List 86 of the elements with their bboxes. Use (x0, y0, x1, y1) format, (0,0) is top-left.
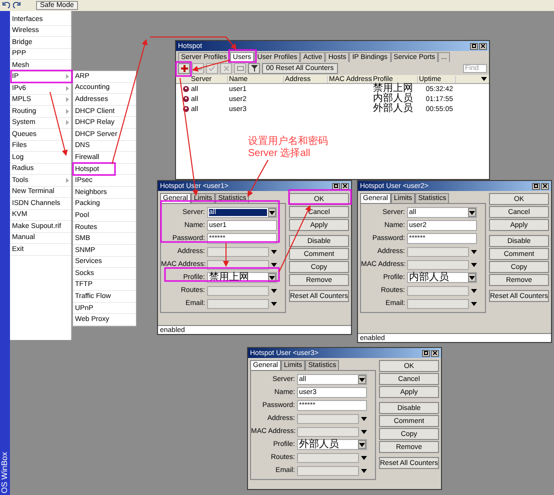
submenu-arrow-icon (66, 178, 69, 183)
dropdown-arrow-icon (271, 302, 277, 306)
input-field[interactable] (297, 426, 359, 436)
dropdown-arrow-icon (471, 288, 477, 292)
input-field[interactable] (297, 466, 359, 476)
annotation-text: Server 选择all (248, 148, 312, 160)
arrow (50, 92, 68, 156)
dropdown-arrow-icon (269, 210, 275, 214)
input-field[interactable] (297, 414, 359, 424)
redo-icon[interactable] (13, 2, 21, 9)
plus-icon (180, 65, 188, 72)
highlight-frame (288, 189, 352, 205)
dropdown-arrow-icon (271, 288, 277, 292)
dropdown-button[interactable] (268, 208, 276, 217)
close-button[interactable] (431, 350, 439, 356)
select-field[interactable]: 外部人员 (297, 439, 367, 450)
close-icon (343, 184, 347, 188)
close-button[interactable] (541, 182, 549, 190)
dropdown-button[interactable] (468, 208, 476, 217)
submenu-arrow-icon (66, 86, 69, 91)
highlight-frame (10, 70, 73, 84)
close-icon (433, 351, 437, 355)
close-icon (543, 184, 547, 188)
dropdown-arrow-icon (471, 302, 477, 306)
table-cell-text: 禁用上网 (372, 84, 414, 94)
highlight-frame (72, 162, 116, 176)
dropdown-arrow-icon (359, 378, 365, 382)
enable-button[interactable] (206, 63, 218, 74)
maximize-button[interactable] (422, 350, 430, 356)
maximize-icon (334, 184, 338, 188)
arrow (223, 242, 229, 267)
undo-icon[interactable] (2, 2, 10, 9)
input-field[interactable] (407, 246, 469, 256)
close-icon (481, 44, 485, 48)
dropdown-arrow-icon (481, 77, 487, 81)
maximize-icon (534, 184, 538, 188)
field-value: 内部人员 (409, 272, 449, 282)
side-label: OS WinBox (1, 452, 9, 493)
check-icon (209, 66, 215, 71)
field-value: 外部人员 (299, 440, 339, 450)
cross-icon (224, 66, 228, 71)
dropdown-arrow-icon (361, 430, 367, 434)
add-button[interactable] (178, 63, 190, 74)
dropdown-arrow-icon (271, 250, 277, 254)
dropdown-button[interactable] (358, 440, 366, 449)
note-icon (236, 66, 244, 71)
input-field[interactable] (207, 246, 269, 256)
table-cell-text: 内部人员 (372, 94, 414, 104)
maximize-button[interactable] (332, 182, 340, 190)
maximize-button[interactable] (470, 42, 478, 50)
input-field[interactable] (407, 298, 469, 308)
dropdown-arrow-icon (271, 262, 277, 266)
dropdown-arrow-icon (361, 456, 367, 460)
dropdown-arrow-icon (469, 210, 475, 214)
close-button[interactable] (341, 182, 349, 190)
maximize-icon (472, 44, 476, 48)
arrow (248, 160, 268, 197)
close-button[interactable] (479, 42, 487, 50)
submenu-arrow-icon (66, 120, 69, 126)
dropdown-arrow-icon (269, 276, 275, 280)
arrow (192, 60, 230, 72)
input-field[interactable] (407, 286, 469, 296)
dropdown-arrow-icon (359, 442, 365, 446)
input-field[interactable] (207, 286, 269, 296)
dropdown-arrow-icon (361, 468, 367, 472)
input-field[interactable] (207, 298, 269, 308)
annotation-text: 设置用户名和密码 (248, 136, 328, 148)
highlight-frame (228, 49, 257, 63)
dropdown-arrow-icon (361, 416, 367, 420)
dropdown-arrow-icon (471, 250, 477, 254)
dropdown-button[interactable] (468, 273, 476, 282)
maximize-button[interactable] (532, 182, 540, 190)
submenu-arrow-icon (66, 108, 69, 114)
submenu-arrow-icon (66, 74, 69, 80)
filter-icon (250, 65, 258, 72)
highlight-frame (175, 61, 192, 77)
dropdown-button[interactable] (358, 375, 366, 384)
table-cell-text: 外部人员 (372, 104, 414, 114)
select-field[interactable]: 内部人员 (407, 272, 477, 283)
filter-button[interactable] (248, 63, 260, 74)
maximize-icon (424, 351, 428, 355)
input-field[interactable] (407, 260, 469, 270)
dropdown-arrow-icon (469, 276, 475, 280)
dropdown-arrow-icon (471, 262, 477, 266)
input-field[interactable] (297, 452, 359, 462)
submenu-arrow-icon (66, 97, 69, 102)
